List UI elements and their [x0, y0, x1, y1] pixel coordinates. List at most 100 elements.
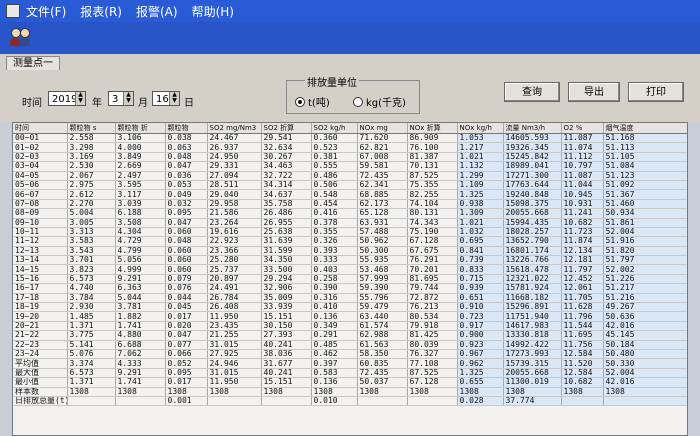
users-icon[interactable]	[10, 28, 32, 48]
table-row[interactable]: 10~11 3.313 4.304 0.060 19.616 25.638 0.355 57.…	[13, 227, 687, 238]
table-row[interactable]: 09~10 3.005 3.508 0.047 23.264 26.955 0.378 63.…	[13, 218, 687, 228]
table-row[interactable]: 日排放总量(t) 0.001 0.010 0.028 37.774	[13, 396, 687, 407]
year-spinner[interactable]: 2019 ▲ ▼	[48, 91, 86, 106]
table-row[interactable]: 20~21 1.371 1.741 0.020 23.435 30.150 0.349 61.…	[13, 321, 687, 332]
table-cell	[67, 396, 116, 407]
table-cell: 15098.375	[503, 199, 562, 210]
table-row[interactable]: 02~03 3.169 3.849 0.048 24.950 30.267 0.381 67.…	[13, 152, 687, 163]
table-row[interactable]: 最大值 6.573 9.291 0.095 31.015 40.241 0.583 72.43…	[13, 368, 687, 379]
table-cell: 9.291	[115, 274, 166, 285]
table-cell: 4.304	[115, 227, 166, 238]
table-row[interactable]: 00~01 2.558 3.106 0.038 24.467 29.541 0.360 71.…	[13, 133, 687, 144]
menu-file[interactable]: 文件(F)	[26, 3, 66, 20]
table-row[interactable]: 21~22 3.775 4.880 0.047 21.255 27.393 0.291 62.…	[13, 330, 687, 341]
table-cell: 34.314	[261, 180, 312, 191]
table-cell: 62.173	[357, 199, 408, 210]
column-header[interactable]: SO2 mg/Nm3	[207, 123, 262, 134]
table-row[interactable]: 19~20 1.485 1.882 0.017 11.950 15.151 0.136 63.…	[13, 311, 687, 322]
export-button[interactable]: 导出	[568, 82, 620, 102]
table-cell: 0.454	[311, 199, 358, 210]
table-row[interactable]: 22~23 5.141 6.688 0.077 31.015 40.241 0.485 61.…	[13, 340, 687, 351]
table-cell: 5.056	[115, 255, 166, 266]
table-cell: 11.756	[561, 340, 604, 351]
table-cell: 55.935	[357, 255, 408, 266]
table-cell: 1.741	[115, 377, 166, 388]
table-cell: 0.136	[311, 377, 358, 388]
spin-arrows-icon[interactable]: ▲ ▼	[123, 92, 133, 105]
table-row[interactable]: 14~15 3.823 4.999 0.060 25.737 33.500 0.403 53.…	[13, 264, 687, 275]
table-cell: 6.363	[115, 283, 166, 294]
table-cell: 3.823	[67, 264, 116, 275]
column-header[interactable]: NOx kg/h	[457, 123, 504, 134]
table-row[interactable]: 05~06 2.975 3.595 0.053 28.511 34.314 0.506 62.…	[13, 180, 687, 191]
table-cell: 0.032	[165, 199, 208, 210]
month-spinner[interactable]: 3 ▲ ▼	[108, 91, 134, 106]
table-row[interactable]: 样本数 1308 1308 1308 1308 1308 1308 1308 1308 1308 1…	[13, 387, 687, 397]
menu-alarm[interactable]: 报警(A)	[136, 3, 178, 20]
table-cell: 51.217	[603, 283, 687, 294]
table-cell: 6.188	[115, 208, 166, 219]
column-header[interactable]: O2 %	[561, 123, 604, 134]
column-header[interactable]: NOx mg	[357, 123, 408, 134]
tab-measure-point-1[interactable]: 测量点一	[6, 56, 60, 71]
table-cell: 63.931	[357, 218, 408, 228]
table-cell: 49.267	[603, 302, 687, 313]
table-row[interactable]: 03~04 2.530 2.669 0.047 29.331 34.463 0.555 59.…	[13, 161, 687, 172]
table-cell: 4.999	[115, 264, 166, 275]
column-header[interactable]: 颗粒物	[165, 123, 208, 134]
table-row[interactable]: 04~05 2.067 2.497 0.036 27.094 32.722 0.486 72.…	[13, 171, 687, 181]
spin-arrows-icon[interactable]: ▲ ▼	[75, 92, 85, 105]
table-cell: 1308	[457, 387, 504, 397]
table-cell: 67.128	[407, 377, 458, 388]
table-row[interactable]: 15~16 6.573 9.291 0.079 20.897 29.294 0.258 57.…	[13, 274, 687, 285]
table-cell: 50.962	[357, 236, 408, 247]
table-row[interactable]: 12~13 3.543 4.799 0.060 23.366 31.599 0.393 50.…	[13, 246, 687, 257]
table-cell: 52.004	[603, 227, 687, 238]
column-header[interactable]: 时间	[13, 123, 68, 134]
table-cell: 11.950	[207, 311, 262, 322]
data-table[interactable]: 时间 颗粒物 s 颗粒物 折颗粒物 SO2 mg/Nm3 SO2 折算 SO2 kg/h N…	[12, 122, 688, 436]
unit-kg-radio[interactable]: kg(千克)	[353, 94, 406, 109]
table-cell: 0.291	[311, 330, 358, 341]
column-header[interactable]: SO2 折算	[261, 123, 312, 134]
table-row[interactable]: 11~12 3.583 4.729 0.048 22.923 31.639 0.326 50.…	[13, 236, 687, 247]
table-cell: 3.701	[67, 255, 116, 266]
table-row[interactable]: 23~24 5.076 7.062 0.066 27.925 38.036 0.462 58.…	[13, 349, 687, 360]
spin-arrows-icon[interactable]: ▲ ▼	[169, 92, 179, 105]
table-cell: 1.325	[457, 189, 504, 200]
table-row[interactable]: 06~07 2.612 3.117 0.049 29.040 34.637 0.548 68.…	[13, 189, 687, 200]
column-header[interactable]: 流量 Nm3/h	[503, 123, 562, 134]
table-row[interactable]: 07~08 2.270 3.039 0.032 29.958 35.758 0.454 62.…	[13, 199, 687, 210]
table-row[interactable]: 13~14 3.701 5.056 0.060 25.280 34.350 0.333 55.…	[13, 255, 687, 266]
table-cell: 0.049	[165, 189, 208, 200]
table-row[interactable]: 16~17 4.740 6.363 0.076 24.491 32.906 0.390 59.…	[13, 283, 687, 294]
unit-t-radio[interactable]: t(吨)	[295, 94, 330, 109]
table-row[interactable]: 最小值 1.371 1.741 0.017 11.950 15.151 0.136 50.03…	[13, 377, 687, 388]
table-cell: 24.467	[207, 133, 262, 144]
print-button[interactable]: 打印	[628, 82, 684, 102]
table-cell: 14~15	[13, 264, 68, 275]
table-cell: 15.151	[261, 311, 312, 322]
table-cell: 55.796	[357, 293, 408, 304]
table-cell: 51.820	[603, 246, 687, 257]
table-row[interactable]: 01~02 3.298 4.000 0.063 26.937 32.634 0.523 62.…	[13, 142, 687, 153]
table-row[interactable]: 08~09 5.004 6.188 0.095 21.586 26.486 0.416 65.…	[13, 208, 687, 219]
column-header[interactable]: 颗粒物 s	[67, 123, 116, 134]
query-button[interactable]: 查询	[504, 82, 560, 102]
menu-help[interactable]: 帮助(H)	[192, 3, 234, 20]
column-header[interactable]: NOx 折算	[407, 123, 458, 134]
table-cell: 87.525	[407, 368, 458, 379]
menu-report[interactable]: 报表(R)	[80, 3, 122, 20]
day-spinner[interactable]: 16 ▲ ▼	[152, 91, 180, 106]
column-header[interactable]: 烟气温度	[603, 123, 687, 134]
column-header[interactable]: 颗粒物 折	[115, 123, 166, 134]
table-row[interactable]: 17~18 3.784 5.044 0.044 26.784 35.009 0.316 55.…	[13, 293, 687, 304]
table-cell: 45.145	[603, 330, 687, 341]
table-cell: 13652.790	[503, 236, 562, 247]
table-cell: 3.543	[67, 246, 116, 257]
table-row[interactable]: 18~19 2.930 3.781 0.045 26.408 33.939 0.410 59.…	[13, 302, 687, 313]
column-header[interactable]: SO2 kg/h	[311, 123, 358, 134]
table-cell: 40.241	[261, 368, 312, 379]
table-cell: 1.371	[67, 377, 116, 388]
table-row[interactable]: 平均值 3.374 4.333 0.052 24.946 31.677 0.397 60.83…	[13, 358, 687, 369]
